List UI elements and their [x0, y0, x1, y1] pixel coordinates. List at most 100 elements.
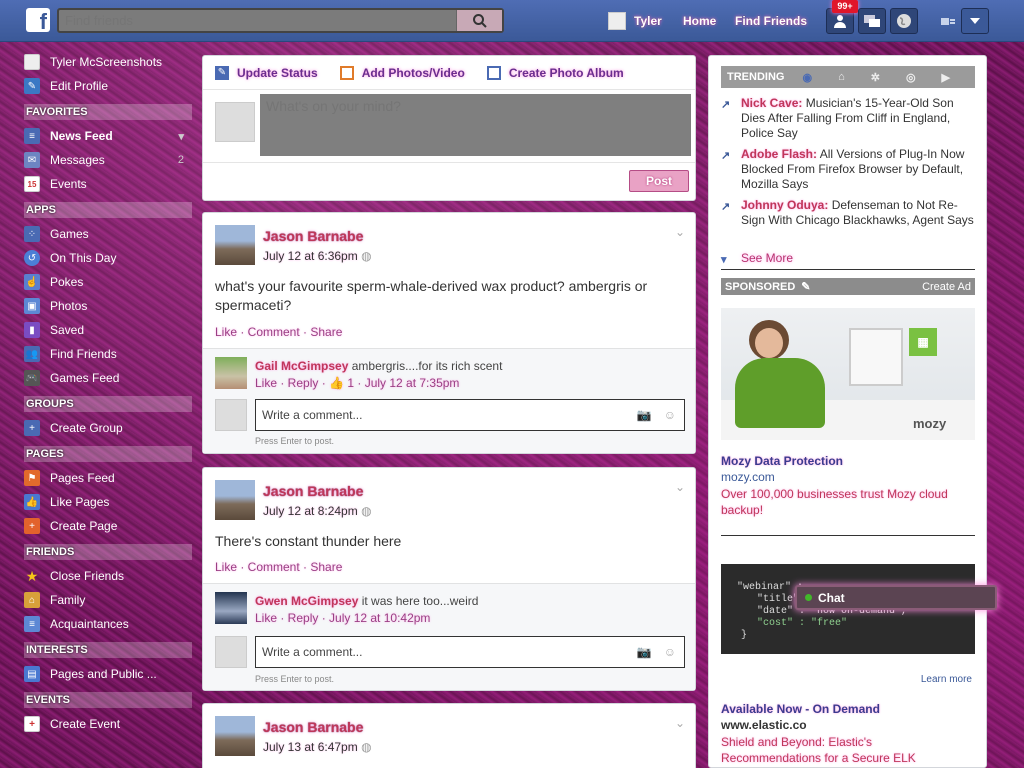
post-timestamp[interactable]: July 12 at 6:36pm	[263, 249, 358, 263]
sidebar-item-acquaintances[interactable]: ≡ Acquaintances	[20, 612, 192, 636]
find-friends-link[interactable]: Find Friends	[735, 14, 807, 28]
sidebar-item-messages[interactable]: ✉ Messages 2	[20, 148, 192, 172]
post-actions[interactable]: Like · Comment · Share	[215, 325, 342, 339]
sidebar-item-games[interactable]: ⁘ Games	[20, 222, 192, 246]
sidebar-item-news-feed[interactable]: ≡ News Feed ▾	[20, 124, 192, 148]
comment-author[interactable]: Gwen McGimpsey	[255, 594, 358, 608]
post-timestamp[interactable]: July 13 at 6:47pm	[263, 740, 358, 754]
ad-title[interactable]: Available Now - On Demand	[721, 702, 880, 716]
sidebar-profile[interactable]: Tyler McScreenshots	[20, 50, 192, 74]
ad-title[interactable]: Mozy Data Protection	[721, 454, 843, 468]
tab-create-album[interactable]: Create Photo Album	[486, 65, 624, 80]
sidebar-edit-profile[interactable]: ✎ Edit Profile	[20, 74, 192, 98]
sidebar-item-close-friends[interactable]: ★ Close Friends	[20, 564, 192, 588]
user-name-link[interactable]: Tyler	[634, 14, 662, 28]
sidebar-item-like-pages[interactable]: 👍 Like Pages	[20, 490, 192, 514]
home-link[interactable]: Home	[683, 14, 716, 28]
comment-input[interactable]: Write a comment... 📷 ☺	[255, 399, 685, 431]
post-author[interactable]: Jason Barnabe	[263, 483, 363, 499]
chevron-down-icon[interactable]: ⌄	[675, 480, 685, 494]
saved-icon: ▮	[24, 322, 40, 338]
ad-icon: ✎	[801, 281, 811, 293]
chevron-down-icon[interactable]: ⌄	[675, 716, 685, 730]
account-menu-button[interactable]	[961, 8, 989, 34]
globe-icon: ◍	[361, 504, 372, 518]
trending-top-icon[interactable]: ◉	[802, 71, 812, 84]
messages-jewel[interactable]	[858, 8, 886, 34]
emoji-icon[interactable]: ☺	[664, 645, 676, 659]
find-friends-icon: 👥	[24, 346, 40, 362]
learn-more-link[interactable]: Learn more	[921, 674, 972, 685]
ad-url[interactable]: mozy.com	[721, 470, 775, 484]
trending-arrow-icon: ↗	[721, 99, 731, 111]
sidebar-item-create-group[interactable]: + Create Group	[20, 416, 192, 440]
post-button[interactable]: Post	[629, 170, 689, 192]
status-input[interactable]	[260, 94, 691, 156]
emoji-icon[interactable]: ☺	[664, 408, 676, 422]
search-button[interactable]	[456, 10, 502, 31]
trending-sports-icon[interactable]: ◎	[906, 71, 916, 84]
sidebar-item-label: On This Day	[50, 251, 117, 265]
comment-timestamp[interactable]: · July 12 at 7:35pm	[357, 376, 459, 390]
chevron-down-icon	[970, 18, 980, 24]
sidebar-item-on-this-day[interactable]: ↺ On This Day	[20, 246, 192, 270]
comment-author[interactable]: Gail McGimpsey	[255, 359, 348, 373]
news-feed-options-icon[interactable]: ▾	[178, 130, 184, 143]
post-timestamp[interactable]: July 12 at 8:24pm	[263, 504, 358, 518]
chat-bar[interactable]: Chat	[795, 585, 997, 610]
ad-body[interactable]: Shield and Beyond: Elastic's Recommendat…	[721, 734, 951, 766]
commenter-avatar[interactable]	[215, 357, 247, 389]
ad-body[interactable]: Over 100,000 businesses trust Mozy cloud…	[721, 486, 971, 518]
profile-link[interactable]: Tyler	[608, 0, 662, 42]
tab-update-status[interactable]: ✎ Update Status	[215, 65, 318, 80]
sidebar-item-pages-public[interactable]: ▤ Pages and Public ...	[20, 662, 192, 686]
commenter-avatar[interactable]	[215, 592, 247, 624]
mozy-ad-image[interactable]: ▦ mozy	[721, 308, 975, 440]
post-author[interactable]: Jason Barnabe	[263, 719, 363, 735]
sponsored-title: SPONSORED	[725, 280, 796, 293]
trending-topic: Nick Cave:	[741, 96, 803, 110]
composer-tabs: ✎ Update Status Add Photos/Video Create …	[203, 56, 695, 90]
sidebar-item-saved[interactable]: ▮ Saved	[20, 318, 192, 342]
comment-input[interactable]: Write a comment... 📷 ☺	[255, 636, 685, 668]
sidebar-item-events[interactable]: 15 Events	[20, 172, 192, 196]
sidebar-item-find-friends[interactable]: 👥 Find Friends	[20, 342, 192, 366]
ad-url[interactable]: www.elastic.co	[721, 718, 807, 732]
search-input[interactable]	[65, 12, 455, 29]
facebook-logo[interactable]: f	[26, 8, 50, 32]
notifications-jewel[interactable]	[890, 8, 918, 34]
trending-entertainment-icon[interactable]: ▶	[942, 71, 950, 84]
privacy-shortcuts[interactable]	[940, 0, 956, 42]
sidebar-item-games-feed[interactable]: 🎮 Games Feed	[20, 366, 192, 390]
top-bar: f Tyler Home Find Friends 99+	[0, 0, 1024, 42]
comment-action-links[interactable]: Like · Reply ·	[255, 376, 326, 390]
tab-add-photos[interactable]: Add Photos/Video	[339, 65, 465, 80]
trending-item[interactable]: ↗ Johnny Oduya: Defenseman to Not Re-Sig…	[721, 198, 976, 228]
sidebar-item-family[interactable]: ⌂ Family	[20, 588, 192, 612]
author-avatar[interactable]	[215, 716, 255, 756]
trending-science-icon[interactable]: ✲	[871, 71, 880, 84]
camera-icon[interactable]: 📷	[637, 408, 652, 422]
sidebar-item-photos[interactable]: ▣ Photos	[20, 294, 192, 318]
sidebar-item-pokes[interactable]: ☝ Pokes	[20, 270, 192, 294]
create-ad-link[interactable]: Create Ad	[922, 281, 971, 293]
trending-item[interactable]: ↗ Adobe Flash: All Versions of Plug-In N…	[721, 147, 976, 192]
camera-icon[interactable]: 📷	[637, 645, 652, 659]
comment-actions[interactable]: Like · Reply · July 12 at 10:42pm	[255, 611, 430, 625]
trending-politics-icon[interactable]: ⌂	[838, 71, 845, 83]
see-more-link[interactable]: ▾ See More	[721, 251, 976, 266]
trending-item[interactable]: ↗ Nick Cave: Musician's 15-Year-Old Son …	[721, 96, 976, 141]
sidebar-item-pages-feed[interactable]: ⚑ Pages Feed	[20, 466, 192, 490]
trending-topic: Johnny Oduya:	[741, 198, 829, 212]
friends-heading: FRIENDS	[24, 544, 192, 560]
sidebar-item-create-page[interactable]: + Create Page	[20, 514, 192, 538]
sidebar-item-create-event[interactable]: + Create Event	[20, 712, 192, 736]
author-avatar[interactable]	[215, 480, 255, 520]
author-avatar[interactable]	[215, 225, 255, 265]
interests-icon: ▤	[24, 666, 40, 682]
chevron-down-icon[interactable]: ⌄	[675, 225, 685, 239]
privacy-icon	[941, 18, 955, 25]
post-author[interactable]: Jason Barnabe	[263, 228, 363, 244]
post-actions[interactable]: Like · Comment · Share	[215, 560, 342, 574]
friend-requests-icon	[834, 15, 846, 28]
